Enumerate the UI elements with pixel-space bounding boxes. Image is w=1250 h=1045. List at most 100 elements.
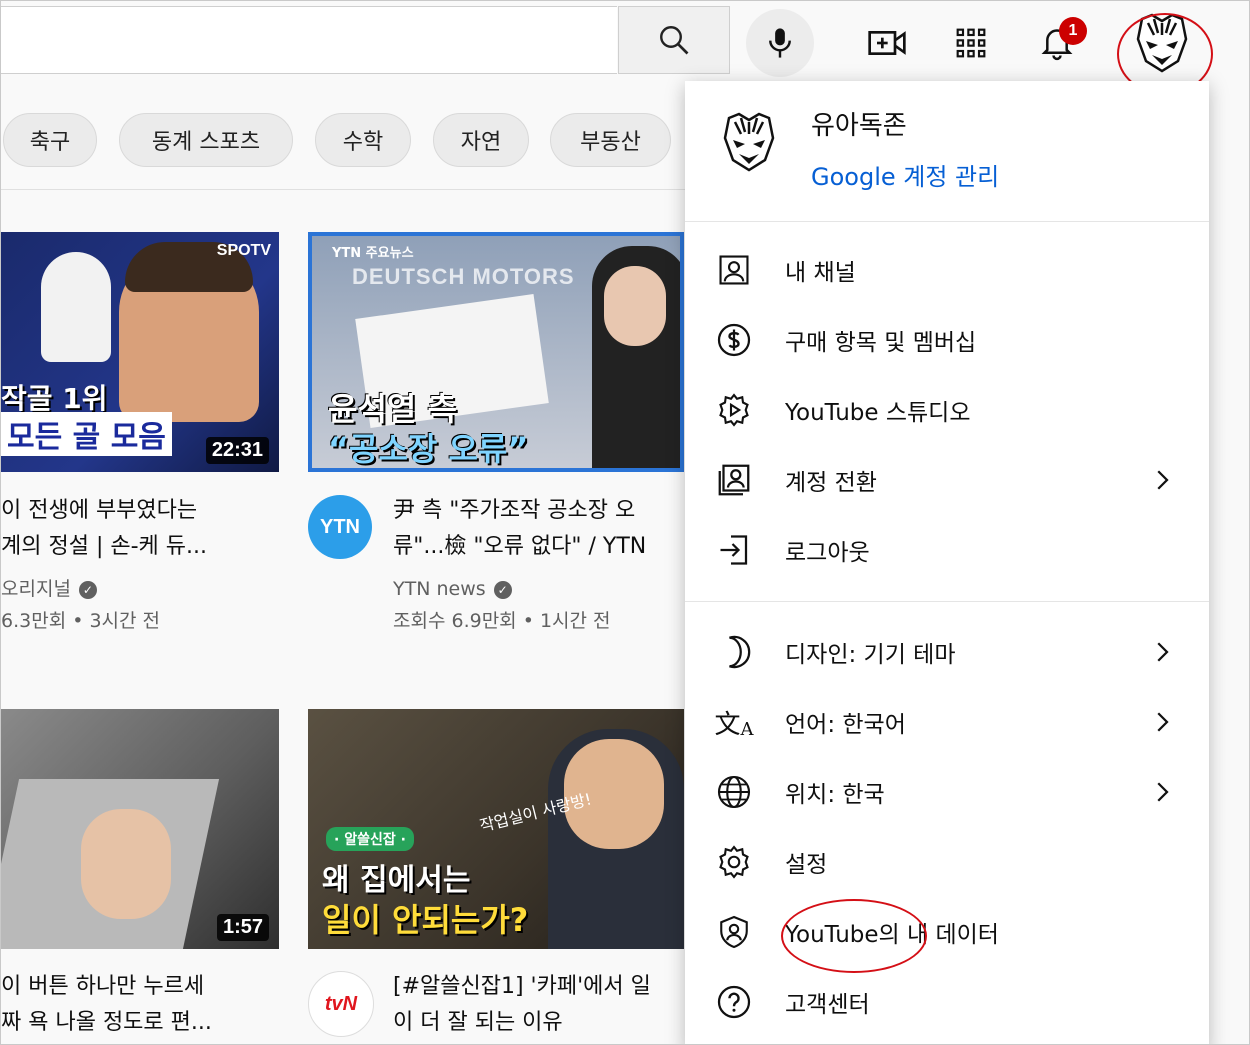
hand-figure xyxy=(81,809,171,919)
chips-divider xyxy=(1,189,691,190)
channel-name[interactable]: 오리지널 xyxy=(1,578,71,600)
user-name: 유아독존 xyxy=(811,111,907,141)
menu-divider xyxy=(685,601,1209,602)
mask-avatar-icon xyxy=(1136,13,1188,73)
settings-gear-icon xyxy=(719,845,749,879)
help-icon xyxy=(717,985,751,1019)
menu-avatar xyxy=(721,107,777,177)
person-icon xyxy=(719,255,749,285)
thumb-top-text: 작골 1위 xyxy=(1,382,108,415)
search-input[interactable] xyxy=(1,6,617,74)
menu-item-label: 디자인: 기기 테마 xyxy=(785,642,956,668)
microphone-icon xyxy=(769,28,791,58)
thumb-sub-text: “공소장 오류” xyxy=(328,430,529,468)
title-line: 짜 욕 나올 정도로 편... xyxy=(1,1010,212,1035)
menu-item-label: 구매 항목 및 멤버십 xyxy=(785,330,977,356)
menu-item-label: 위치: 한국 xyxy=(785,782,885,808)
chip-math[interactable]: 수학 xyxy=(315,113,411,167)
chevron-right-icon xyxy=(1157,642,1169,662)
sign-out-icon xyxy=(720,535,748,565)
voice-search-button[interactable] xyxy=(746,9,814,77)
video-thumbnail-2[interactable]: YTN 주요뉴스 DEUTSCH MOTORS 윤석열 측 “공소장 오류” xyxy=(308,232,684,472)
dollar-icon xyxy=(717,323,751,357)
video-duration: 1:57 xyxy=(216,914,269,941)
menu-item-your-data[interactable]: YouTube의 내 데이터 xyxy=(685,897,1209,967)
verified-check-icon: ✓ xyxy=(78,580,97,599)
create-video-icon xyxy=(868,31,906,55)
title-line: 계의 정설 | 손-케 듀... xyxy=(1,534,207,559)
view-stats: 조회수 6.9만회 • 1시간 전 xyxy=(393,610,611,632)
translate-icon: 文A xyxy=(714,709,754,740)
channel-avatar-ytn[interactable]: YTN xyxy=(308,495,372,559)
menu-item-label: 언어: 한국어 xyxy=(785,712,906,738)
menu-item-help[interactable]: 고객센터 xyxy=(685,967,1209,1037)
menu-item-appearance[interactable]: 디자인: 기기 테마 xyxy=(685,617,1209,687)
thumb-logo-text: SPOTV xyxy=(216,242,271,259)
thumb-tag: YTN 주요뉴스 xyxy=(332,246,414,261)
search-button[interactable] xyxy=(618,6,730,74)
thumb-bg-text: DEUTSCH MOTORS xyxy=(352,264,575,289)
chevron-right-icon xyxy=(1157,712,1169,732)
video-meta-1: 오리지널 ✓ 6.3만회 • 3시간 전 xyxy=(1,573,160,637)
create-button[interactable] xyxy=(859,15,915,71)
menu-item-location[interactable]: 위치: 한국 xyxy=(685,757,1209,827)
menu-item-language[interactable]: 文A 언어: 한국어 xyxy=(685,687,1209,757)
channel-avatar-tvn[interactable]: tvN xyxy=(308,971,374,1037)
switch-account-icon xyxy=(718,464,750,496)
video-thumbnail-1[interactable]: SPOTV 작골 1위 모든 골 모음 22:31 xyxy=(1,232,279,472)
channel-name[interactable]: YTN news xyxy=(393,578,486,600)
menu-item-switch-account[interactable]: 계정 전환 xyxy=(685,445,1209,515)
manage-google-account-link[interactable]: Google 계정 관리 xyxy=(811,157,999,192)
video-thumbnail-3[interactable]: 1:57 xyxy=(1,709,279,949)
chevron-right-icon xyxy=(1157,470,1169,490)
menu-item-label: 계정 전환 xyxy=(785,470,877,496)
mask-avatar-icon xyxy=(723,112,775,172)
rooster-logo xyxy=(41,252,111,362)
chip-soccer[interactable]: 축구 xyxy=(3,113,97,167)
title-line: 이 더 잘 되는 이유 xyxy=(393,1010,563,1035)
title-line: 이 전생에 부부였다는 xyxy=(1,498,198,523)
video-title-3[interactable]: 이 버튼 하나만 누르세 짜 욕 나올 정도로 편... xyxy=(1,969,279,1041)
chip-real-estate[interactable]: 부동산 xyxy=(550,113,671,167)
title-line: [#알쓸신잡1] '카페'에서 일 xyxy=(393,974,651,999)
menu-item-label: 설정 xyxy=(785,852,828,878)
moon-icon xyxy=(729,635,751,669)
search-icon xyxy=(660,26,689,55)
title-line: 이 버튼 하나만 누르세 xyxy=(1,974,205,999)
globe-icon xyxy=(717,775,751,809)
thumb-sub-text: 일이 안되는가? xyxy=(322,901,529,939)
title-line: 尹 측 "주가조작 공소장 오 xyxy=(393,498,636,523)
menu-item-label: 고객센터 xyxy=(785,992,870,1018)
menu-item-label: YouTube 스튜디오 xyxy=(785,400,971,426)
notification-badge: 1 xyxy=(1059,17,1087,45)
apps-grid-icon xyxy=(956,28,986,58)
video-title-2[interactable]: 尹 측 "주가조작 공소장 오 류"...檢 "오류 없다" / YTN xyxy=(393,493,683,565)
verified-check-icon: ✓ xyxy=(493,580,512,599)
video-meta-2: YTN news ✓ 조회수 6.9만회 • 1시간 전 xyxy=(393,573,611,637)
account-menu: 유아독존 Google 계정 관리 내 채널 구매 항목 및 멤버십 YouTu… xyxy=(685,81,1209,1044)
menu-item-purchases[interactable]: 구매 항목 및 멤버십 xyxy=(685,305,1209,375)
account-avatar-button[interactable] xyxy=(1134,13,1190,73)
title-line: 류"...檢 "오류 없다" / YTN xyxy=(393,534,647,559)
studio-gear-icon xyxy=(719,393,749,427)
chip-winter-sports[interactable]: 동계 스포츠 xyxy=(119,113,293,167)
browser-frame: 1 축구 동계 스포츠 수학 자연 부동산 SPOTV 작골 1위 모든 골 모… xyxy=(0,0,1250,1045)
video-duration: 22:31 xyxy=(205,437,269,464)
chevron-right-icon xyxy=(1157,782,1169,802)
apps-button[interactable] xyxy=(943,15,999,71)
menu-item-label: YouTube의 내 데이터 xyxy=(785,922,999,948)
menu-item-settings[interactable]: 설정 xyxy=(685,827,1209,897)
menu-item-youtube-studio[interactable]: YouTube 스튜디오 xyxy=(685,375,1209,445)
menu-item-sign-out[interactable]: 로그아웃 xyxy=(685,515,1209,585)
video-title-1[interactable]: 이 전생에 부부였다는 계의 정설 | 손-케 듀... xyxy=(1,493,279,565)
video-title-4[interactable]: [#알쓸신잡1] '카페'에서 일 이 더 잘 되는 이유 xyxy=(393,969,683,1041)
menu-item-label: 로그아웃 xyxy=(785,540,870,566)
view-stats: 6.3만회 • 3시간 전 xyxy=(1,610,161,632)
thumb-main-text: 모든 골 모음 xyxy=(1,412,172,456)
menu-item-label: 내 채널 xyxy=(785,260,856,286)
shield-person-icon xyxy=(720,915,748,949)
chip-nature[interactable]: 자연 xyxy=(433,113,529,167)
video-thumbnail-4[interactable]: 작업실이 사랑방! · 알쓸신잡 · 왜 집에서는 일이 안되는가? xyxy=(308,709,684,949)
person-face xyxy=(604,266,666,346)
menu-item-my-channel[interactable]: 내 채널 xyxy=(685,235,1209,305)
